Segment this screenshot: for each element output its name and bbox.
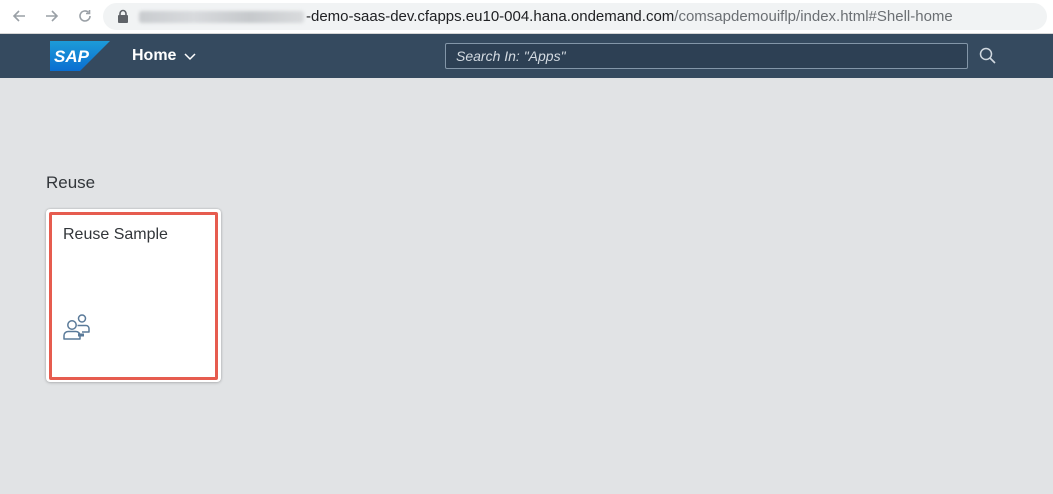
reload-icon bbox=[79, 10, 91, 22]
arrow-right-icon bbox=[46, 10, 59, 22]
back-button[interactable] bbox=[8, 5, 30, 27]
home-label: Home bbox=[132, 47, 177, 64]
url-host: -demo-saas-dev.cfapps.eu10-004.hana.onde… bbox=[306, 8, 675, 25]
user-group-icon bbox=[63, 314, 90, 340]
reload-button[interactable] bbox=[74, 5, 96, 27]
url-path: /comsapdemouiflp/index.html#Shell-home bbox=[674, 8, 953, 25]
app-tile-reuse-sample[interactable]: Reuse Sample bbox=[46, 209, 221, 382]
forward-button[interactable] bbox=[41, 5, 63, 27]
sap-logo[interactable]: SAP bbox=[50, 41, 110, 71]
chevron-down-icon bbox=[184, 53, 196, 61]
shell-header: SAP Home bbox=[0, 34, 1053, 78]
search-input[interactable] bbox=[446, 44, 967, 68]
lock-icon bbox=[118, 9, 128, 23]
search-box[interactable] bbox=[445, 43, 968, 69]
browser-toolbar: -demo-saas-dev.cfapps.eu10-004.hana.onde… bbox=[0, 0, 1053, 34]
tile-title: Reuse Sample bbox=[63, 226, 168, 243]
address-bar[interactable]: -demo-saas-dev.cfapps.eu10-004.hana.onde… bbox=[103, 3, 1047, 30]
sap-logo-text: SAP bbox=[54, 47, 90, 66]
search-icon[interactable] bbox=[978, 46, 998, 66]
home-menu-button[interactable]: Home bbox=[132, 34, 196, 78]
url-redacted-subdomain bbox=[139, 11, 304, 24]
url-text: -demo-saas-dev.cfapps.eu10-004.hana.onde… bbox=[139, 3, 953, 30]
group-title: Reuse bbox=[46, 173, 96, 192]
arrow-left-icon bbox=[12, 10, 25, 22]
